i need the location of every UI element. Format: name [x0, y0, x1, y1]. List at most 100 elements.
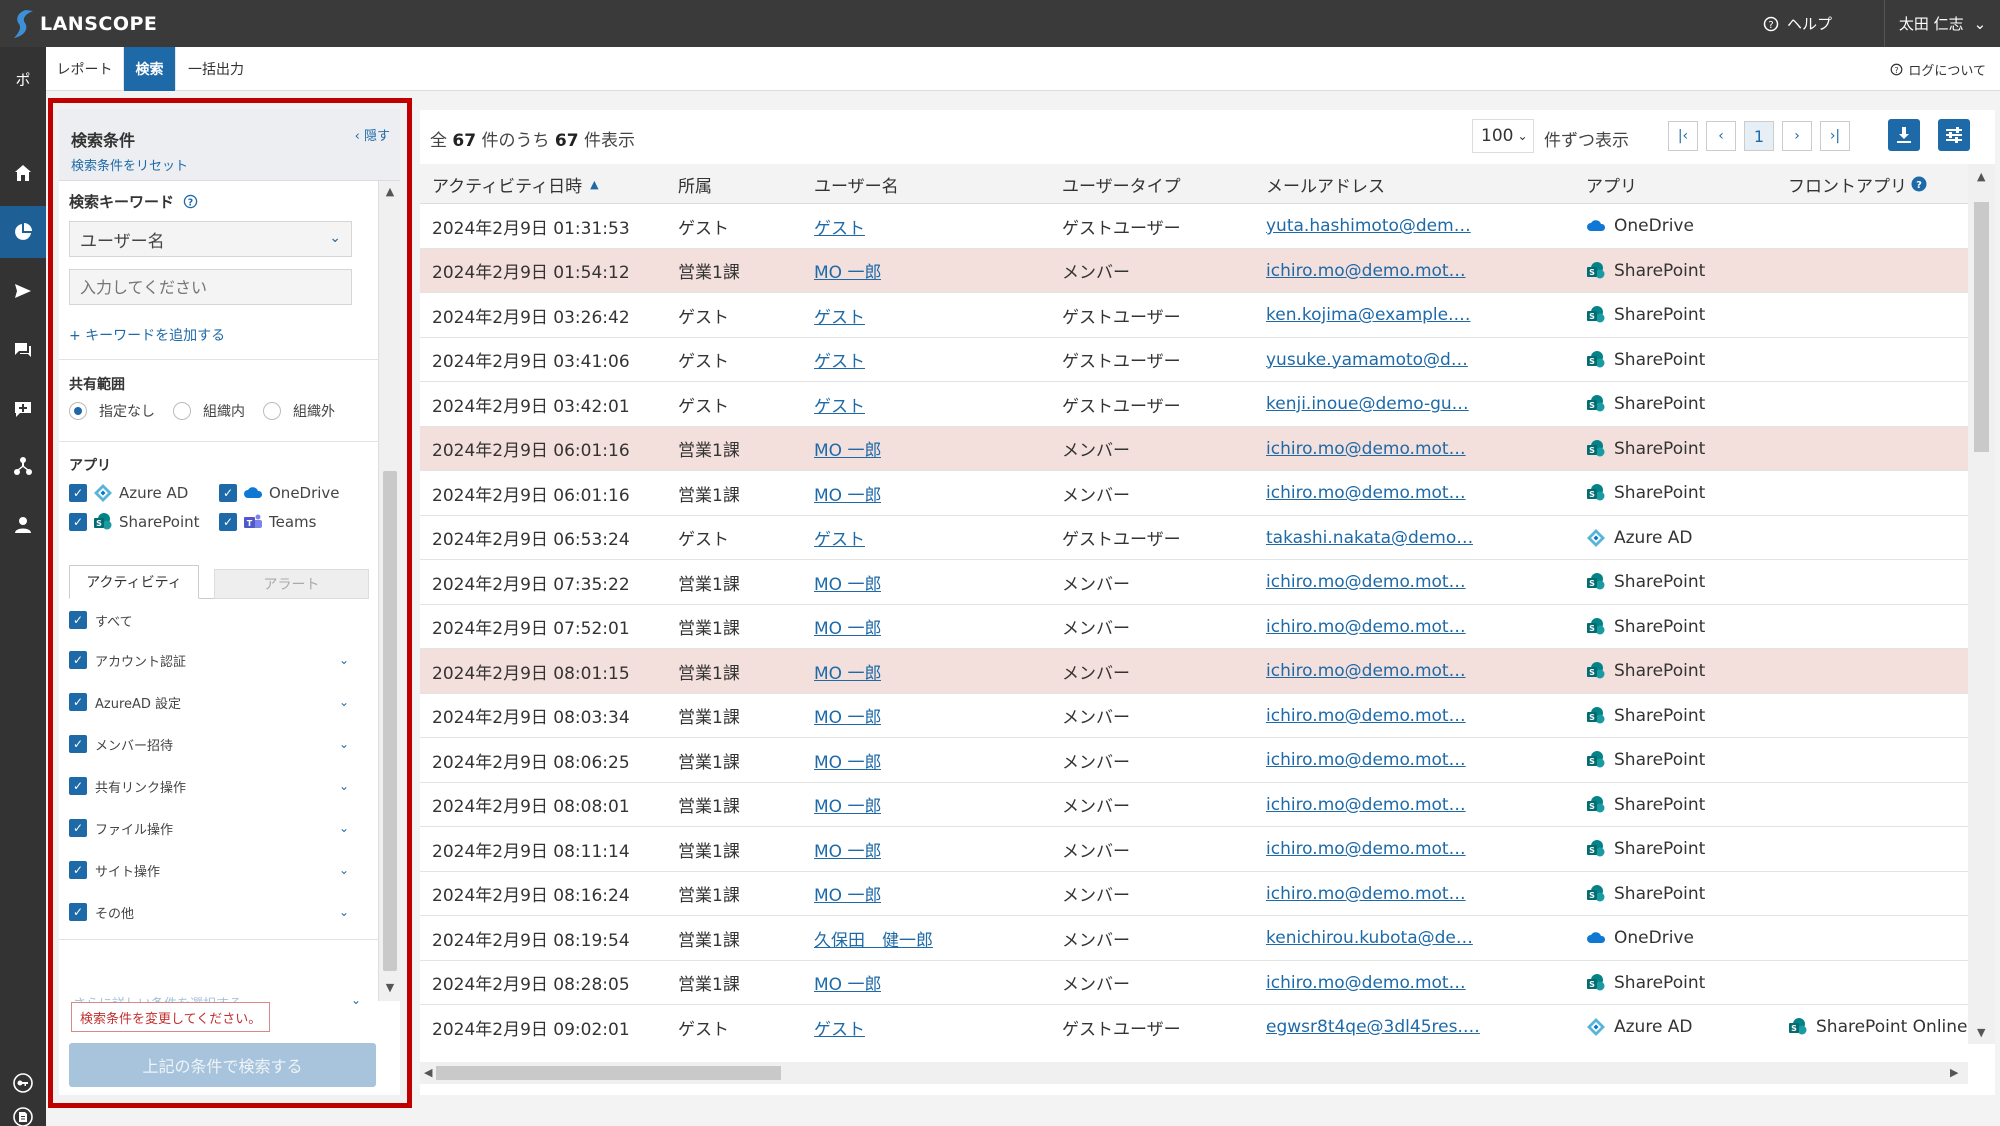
table-row[interactable]: 2024年2月9日 03:41:06 ゲスト ゲスト ゲストユーザー yusuke.ya… [420, 337, 1968, 382]
activity-item-azuread-settings[interactable]: ✓ AzureAD 設定 ⌄ [69, 689, 359, 715]
checkbox-checked[interactable]: ✓ [69, 735, 87, 753]
add-keyword-link[interactable]: + キーワードを追加する [69, 325, 225, 345]
activity-item-file-ops[interactable]: ✓ ファイル操作 ⌄ [69, 815, 359, 841]
chevron-down-icon[interactable]: ⌄ [339, 653, 349, 667]
table-row[interactable]: 2024年2月9日 06:53:24 ゲスト ゲスト ゲストユーザー takashi.n… [420, 515, 1968, 560]
checkbox-checked[interactable]: ✓ [69, 693, 87, 711]
log-about-link[interactable]: ? ログについて [1890, 47, 1986, 91]
cell-email-link[interactable]: yuta.hashimoto@dem… [1266, 204, 1471, 248]
chevron-down-icon[interactable]: ⌄ [339, 905, 349, 919]
cell-user-link[interactable]: MO 一郎 [814, 605, 881, 649]
activity-item-share-link[interactable]: ✓ 共有リンク操作 ⌄ [69, 773, 359, 799]
checkbox-checked[interactable]: ✓ [69, 777, 87, 795]
nav-home[interactable] [0, 147, 46, 199]
checkbox-checked[interactable]: ✓ [69, 903, 87, 921]
nav-send[interactable] [0, 265, 46, 317]
chevron-down-icon[interactable]: ⌄ [351, 993, 361, 1007]
app-filter-teams[interactable]: ✓ T Teams [219, 512, 316, 532]
cell-user-link[interactable]: ゲスト [814, 1005, 865, 1044]
app-filter-onedrive[interactable]: ✓ OneDrive [219, 483, 340, 503]
table-row[interactable]: 2024年2月9日 08:11:14 営業1課 MO 一郎 メンバー ichiro.mo… [420, 827, 1968, 872]
cell-user-link[interactable]: MO 一郎 [814, 961, 881, 1005]
checkbox-checked[interactable]: ✓ [69, 819, 87, 837]
cell-email-link[interactable]: ichiro.mo@demo.mot… [1266, 872, 1466, 916]
col-front-app[interactable]: フロントアプリ ? [1788, 164, 1927, 204]
cell-user-link[interactable]: MO 一郎 [814, 738, 881, 782]
prev-page-button[interactable]: ‹ [1706, 121, 1736, 151]
table-row[interactable]: 2024年2月9日 06:01:16 営業1課 MO 一郎 メンバー ichiro.mo… [420, 426, 1968, 471]
subtab-alert[interactable]: アラート [214, 569, 369, 599]
checkbox-checked[interactable]: ✓ [219, 484, 237, 502]
table-row[interactable]: 2024年2月9日 01:54:12 営業1課 MO 一郎 メンバー ichiro.mo… [420, 248, 1968, 293]
help-link[interactable]: ? ヘルプ [1763, 0, 1832, 47]
col-app[interactable]: アプリ [1586, 164, 1637, 204]
cell-email-link[interactable]: ichiro.mo@demo.mot… [1266, 649, 1466, 693]
cell-email-link[interactable]: ichiro.mo@demo.mot… [1266, 560, 1466, 604]
table-row[interactable]: 2024年2月9日 08:28:05 営業1課 MO 一郎 メンバー ichiro.mo… [420, 960, 1968, 1005]
panel-scroll-area[interactable]: 検索キーワード ? ユーザー名 ⌄ + キーワードを追加する 共有範囲 指定なし… [59, 181, 400, 1001]
reset-conditions-link[interactable]: 検索条件をリセット [71, 155, 188, 174]
chevron-down-icon[interactable]: ⌄ [339, 779, 349, 793]
checkbox-checked[interactable]: ✓ [69, 651, 87, 669]
scroll-up-icon[interactable]: ▲ [383, 185, 397, 199]
table-row[interactable]: 2024年2月9日 03:26:42 ゲスト ゲスト ゲストユーザー ken.kojim… [420, 293, 1968, 338]
col-dept[interactable]: 所属 [678, 164, 712, 204]
cell-user-link[interactable]: MO 一郎 [814, 783, 881, 827]
cell-email-link[interactable]: ichiro.mo@demo.mot… [1266, 783, 1466, 827]
app-filter-azure-ad[interactable]: ✓ Azure AD [69, 483, 188, 503]
table-row[interactable]: 2024年2月9日 07:35:22 営業1課 MO 一郎 メンバー ichiro.mo… [420, 560, 1968, 605]
cell-user-link[interactable]: ゲスト [814, 338, 865, 382]
cell-user-link[interactable]: MO 一郎 [814, 471, 881, 515]
cell-user-link[interactable]: 久保田 健一郎 [814, 916, 933, 960]
table-hscroll-thumb[interactable] [436, 1066, 781, 1080]
cell-user-link[interactable]: MO 一郎 [814, 827, 881, 871]
cell-user-link[interactable]: ゲスト [814, 382, 865, 426]
col-user-type[interactable]: ユーザータイプ [1062, 164, 1181, 204]
table-row[interactable]: 2024年2月9日 06:01:16 営業1課 MO 一郎 メンバー ichiro.mo… [420, 471, 1968, 516]
cell-user-link[interactable]: ゲスト [814, 293, 865, 337]
nav-key[interactable] [0, 1067, 46, 1099]
table-row[interactable]: 2024年2月9日 08:08:01 営業1課 MO 一郎 メンバー ichiro.mo… [420, 782, 1968, 827]
cell-user-link[interactable]: MO 一郎 [814, 694, 881, 738]
chevron-down-icon[interactable]: ⌄ [339, 737, 349, 751]
checkbox-checked[interactable]: ✓ [69, 611, 87, 629]
cell-email-link[interactable]: ichiro.mo@demo.mot… [1266, 427, 1466, 471]
cell-email-link[interactable]: ichiro.mo@demo.mot… [1266, 694, 1466, 738]
panel-scroll-thumb[interactable] [383, 471, 397, 971]
nav-user[interactable] [0, 499, 46, 551]
checkbox-checked[interactable]: ✓ [69, 861, 87, 879]
checkbox-checked[interactable]: ✓ [69, 513, 87, 531]
cell-email-link[interactable]: ken.kojima@example.… [1266, 293, 1471, 337]
cell-email-link[interactable]: egwsr8t4qe@3dl45res.… [1266, 1005, 1480, 1044]
app-filter-sharepoint[interactable]: ✓ S SharePoint [69, 512, 200, 532]
hide-panel-link[interactable]: ‹ 隠す [355, 125, 390, 144]
chevron-down-icon[interactable]: ⌄ [339, 863, 349, 877]
table-vertical-scrollbar[interactable]: ▲ ▼ [1968, 164, 1995, 1044]
search-button[interactable]: 上記の条件で検索する [69, 1043, 376, 1087]
activity-item-other[interactable]: ✓ その他 ⌄ [69, 899, 359, 925]
scroll-down-icon[interactable]: ▼ [383, 981, 397, 995]
table-horizontal-scrollbar[interactable]: ◀ ▶ [420, 1062, 1968, 1084]
tab-bulk-export[interactable]: 一括出力 [176, 47, 256, 91]
cell-email-link[interactable]: kenichirou.kubota@de… [1266, 916, 1473, 960]
cell-email-link[interactable]: kenji.inoue@demo-gu… [1266, 382, 1469, 426]
per-page-select[interactable]: 100 ⌄ [1472, 119, 1534, 153]
logo[interactable]: LANSCOPE [12, 8, 157, 40]
help-icon[interactable]: ? [1911, 176, 1927, 192]
keyword-input[interactable] [69, 269, 352, 305]
activity-item-all[interactable]: ✓ すべて [69, 607, 359, 633]
tab-report[interactable]: レポート [46, 47, 124, 91]
activity-item-account-auth[interactable]: ✓ アカウント認証 ⌄ [69, 647, 359, 673]
cell-email-link[interactable]: takashi.nakata@demo… [1266, 516, 1473, 560]
cell-user-link[interactable]: MO 一郎 [814, 649, 881, 693]
radio-external[interactable] [263, 402, 281, 420]
col-activity-datetime[interactable]: アクティビティ日時 ▲ [432, 164, 599, 204]
help-icon[interactable]: ? [183, 194, 198, 209]
table-row[interactable]: 2024年2月9日 09:02:01 ゲスト ゲスト ゲストユーザー egwsr8t4q… [420, 1005, 1968, 1044]
activity-item-member-invite[interactable]: ✓ メンバー招待 ⌄ [69, 731, 359, 757]
scroll-right-icon[interactable]: ▶ [1950, 1066, 1958, 1079]
checkbox-checked[interactable]: ✓ [69, 484, 87, 502]
first-page-button[interactable]: |‹ [1668, 121, 1698, 151]
cell-email-link[interactable]: ichiro.mo@demo.mot… [1266, 827, 1466, 871]
keyword-type-select[interactable]: ユーザー名 ⌄ [69, 221, 352, 257]
